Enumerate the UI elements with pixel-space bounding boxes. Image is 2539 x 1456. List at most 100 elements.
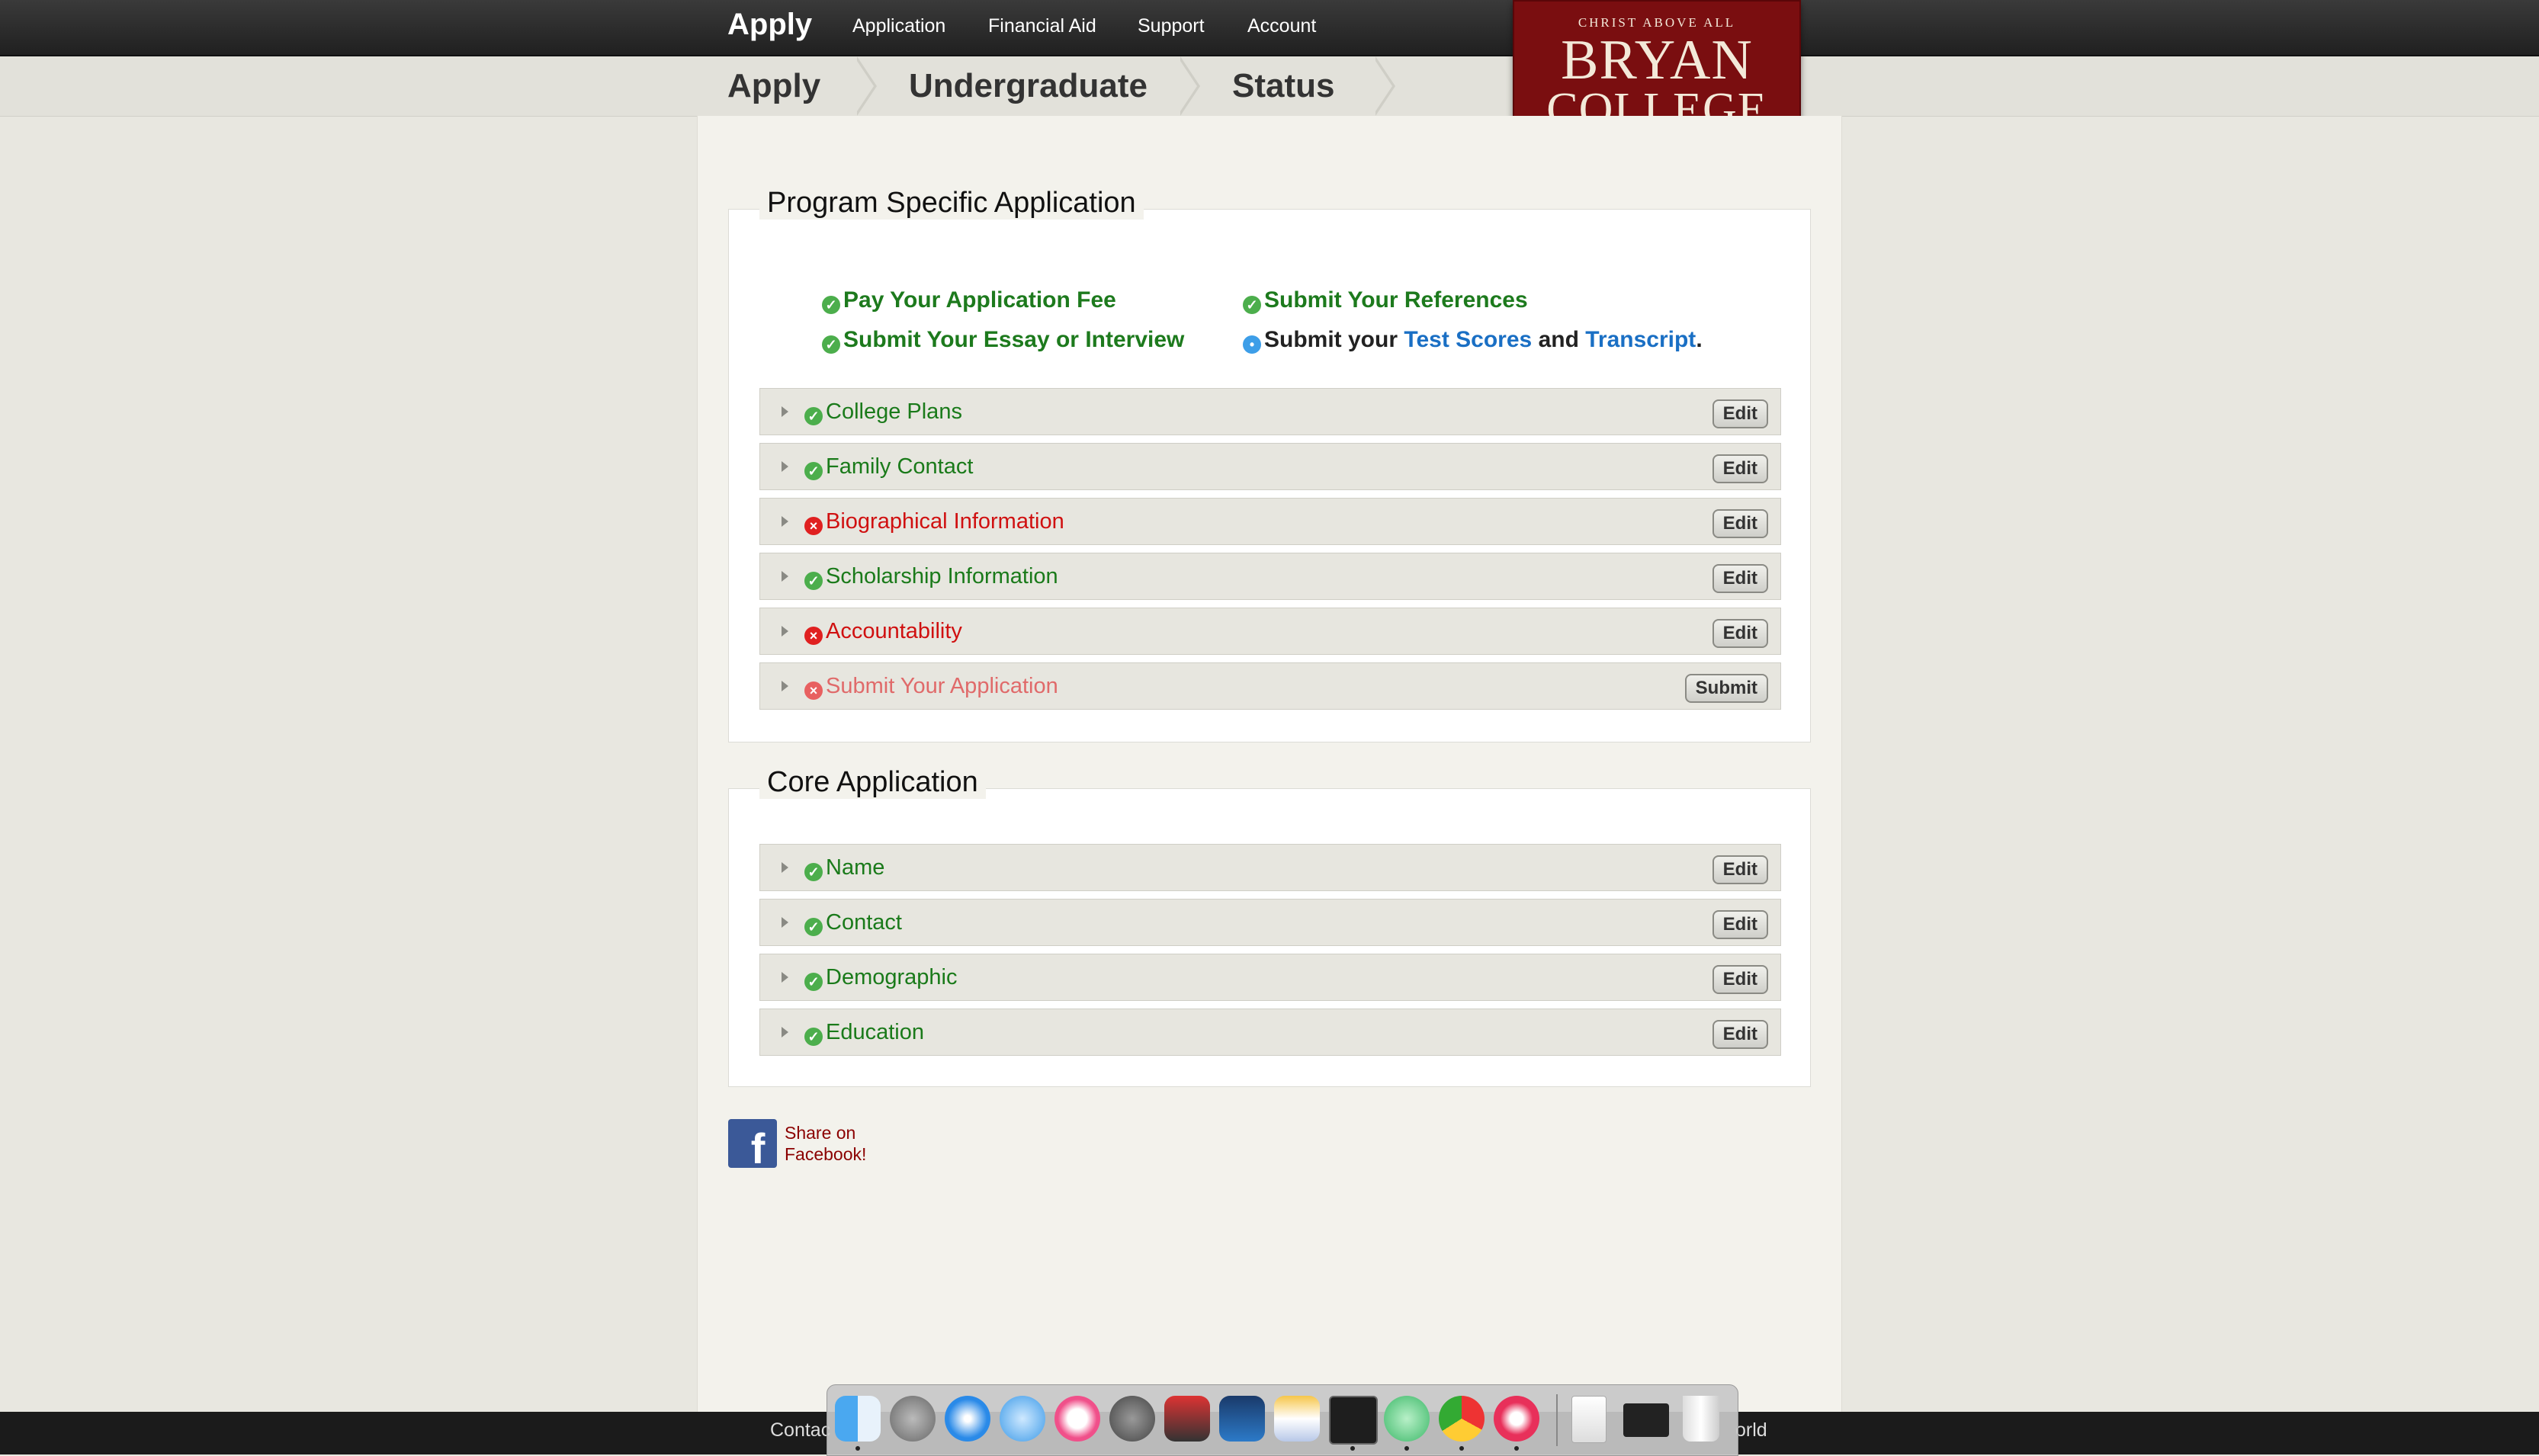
section-row-name[interactable]: ✓ Name Edit: [759, 844, 1781, 891]
section-row-education[interactable]: ✓ Education Edit: [759, 1009, 1781, 1056]
pending-circle-icon: •: [1243, 335, 1261, 354]
nav-link-account[interactable]: Account: [1247, 15, 1316, 37]
expand-triangle-icon[interactable]: [782, 681, 788, 691]
running-indicator: [1404, 1446, 1409, 1451]
check-circle-icon: ✓: [804, 973, 823, 991]
task-submit-essay[interactable]: ✓ Submit Your Essay or Interview: [822, 327, 1184, 354]
expand-triangle-icon[interactable]: [782, 571, 788, 582]
screen-stack-icon[interactable]: [1623, 1403, 1669, 1437]
task-submit-references[interactable]: ✓ Submit Your References: [1243, 287, 1528, 314]
section-label: × Biographical Information: [804, 509, 1064, 535]
safari-icon[interactable]: [945, 1396, 990, 1442]
atom-icon[interactable]: [1384, 1396, 1430, 1442]
expand-triangle-icon[interactable]: [782, 516, 788, 527]
error-circle-icon: ×: [804, 517, 823, 535]
mail-app-icon[interactable]: [1494, 1396, 1539, 1442]
nav-link-application[interactable]: Application: [852, 15, 945, 37]
expand-triangle-icon[interactable]: [782, 626, 788, 637]
check-circle-icon: ✓: [804, 918, 823, 936]
program-application-panel: Program Specific Application ✓ Pay Your A…: [728, 187, 1811, 742]
arcade-joystick-icon[interactable]: [1164, 1396, 1210, 1442]
running-indicator: [1459, 1446, 1464, 1451]
section-label: × Submit Your Application: [804, 674, 1058, 700]
section-label: ✓ Demographic: [804, 965, 957, 991]
edit-button[interactable]: Edit: [1712, 509, 1768, 538]
footer-contact-link[interactable]: Contac: [770, 1419, 830, 1442]
system-preferences-icon[interactable]: [1109, 1396, 1155, 1442]
logo-line-1: BRYAN: [1561, 29, 1753, 91]
task-submit-scores: • Submit your Test Scores and Transcript.: [1243, 327, 1703, 354]
section-row-family-contact[interactable]: ✓ Family Contact Edit: [759, 443, 1781, 490]
edit-button[interactable]: Edit: [1712, 1020, 1768, 1049]
terminal-icon[interactable]: [1329, 1396, 1378, 1445]
section-row-college-plans[interactable]: ✓ College Plans Edit: [759, 388, 1781, 435]
check-circle-icon: ✓: [822, 335, 840, 354]
footer-text: orld: [1735, 1419, 1767, 1441]
messages-icon[interactable]: [1000, 1396, 1045, 1442]
running-indicator: [1514, 1446, 1519, 1451]
nav-link-support[interactable]: Support: [1138, 15, 1205, 37]
expand-triangle-icon[interactable]: [782, 917, 788, 928]
check-circle-icon: ✓: [822, 296, 840, 314]
expand-triangle-icon[interactable]: [782, 1027, 788, 1037]
document-stack-icon[interactable]: [1571, 1396, 1607, 1443]
expand-triangle-icon[interactable]: [782, 406, 788, 417]
expand-triangle-icon[interactable]: [782, 461, 788, 472]
edit-button[interactable]: Edit: [1712, 399, 1768, 428]
breadcrumb-apply[interactable]: Apply: [727, 67, 820, 105]
running-indicator: [1350, 1446, 1355, 1451]
breadcrumb-undergraduate[interactable]: Undergraduate: [909, 67, 1148, 105]
test-scores-link[interactable]: Test Scores: [1404, 327, 1532, 352]
task-pay-fee[interactable]: ✓ Pay Your Application Fee: [822, 287, 1116, 314]
check-circle-icon: ✓: [804, 1028, 823, 1046]
check-circle-icon: ✓: [804, 572, 823, 590]
running-indicator: [855, 1446, 860, 1451]
program-application-title: Program Specific Application: [759, 187, 1144, 220]
edit-button[interactable]: Edit: [1712, 619, 1768, 648]
error-circle-icon: ×: [804, 627, 823, 645]
section-row-accountability[interactable]: × Accountability Edit: [759, 608, 1781, 655]
nav-brand-apply[interactable]: Apply: [727, 8, 812, 42]
section-row-demographic[interactable]: ✓ Demographic Edit: [759, 954, 1781, 1001]
check-circle-icon: ✓: [804, 407, 823, 425]
edit-button[interactable]: Edit: [1712, 910, 1768, 939]
itunes-icon[interactable]: [1054, 1396, 1100, 1442]
edit-button[interactable]: Edit: [1712, 965, 1768, 994]
expand-triangle-icon[interactable]: [782, 972, 788, 983]
trash-icon[interactable]: [1683, 1396, 1719, 1442]
section-row-submit-application[interactable]: × Submit Your Application Submit: [759, 662, 1781, 710]
launchpad-icon[interactable]: [890, 1396, 936, 1442]
section-row-scholarship-information[interactable]: ✓ Scholarship Information Edit: [759, 553, 1781, 600]
expand-triangle-icon[interactable]: [782, 862, 788, 873]
dock-separator: [1556, 1394, 1558, 1446]
check-circle-icon: ✓: [804, 462, 823, 480]
chrome-icon[interactable]: [1439, 1396, 1485, 1442]
edit-button[interactable]: Edit: [1712, 855, 1768, 884]
section-label: ✓ Family Contact: [804, 454, 973, 480]
top-nav: Apply Application Financial Aid Support …: [0, 0, 2539, 56]
section-label: ✓ Education: [804, 1020, 924, 1046]
breadcrumb-separator: [1177, 56, 1200, 116]
breadcrumb: Apply Undergraduate Status: [0, 56, 2539, 117]
core-application-panel: Core Application ✓ Name Edit ✓ Contact Edi…: [728, 766, 1811, 1087]
submit-button[interactable]: Submit: [1684, 674, 1768, 703]
breadcrumb-status[interactable]: Status: [1232, 67, 1334, 105]
section-row-contact[interactable]: ✓ Contact Edit: [759, 899, 1781, 946]
section-label: ✓ Scholarship Information: [804, 564, 1058, 590]
breadcrumb-separator: [854, 56, 877, 116]
share-facebook-link[interactable]: Share on Facebook!: [785, 1122, 937, 1165]
xcode-icon[interactable]: [1219, 1396, 1265, 1442]
transcript-link[interactable]: Transcript: [1585, 327, 1696, 352]
facebook-icon[interactable]: f: [728, 1119, 777, 1168]
nav-link-financial-aid[interactable]: Financial Aid: [988, 15, 1096, 37]
main-content: Program Specific Application ✓ Pay Your A…: [697, 116, 1842, 1412]
section-label: ✓ Contact: [804, 910, 902, 936]
check-circle-icon: ✓: [1243, 296, 1261, 314]
macos-dock: [827, 1384, 1738, 1456]
edit-button[interactable]: Edit: [1712, 564, 1768, 593]
section-row-biographical-information[interactable]: × Biographical Information Edit: [759, 498, 1781, 545]
cake-app-icon[interactable]: [1274, 1396, 1320, 1442]
check-circle-icon: ✓: [804, 863, 823, 881]
edit-button[interactable]: Edit: [1712, 454, 1768, 483]
finder-icon[interactable]: [835, 1396, 881, 1442]
